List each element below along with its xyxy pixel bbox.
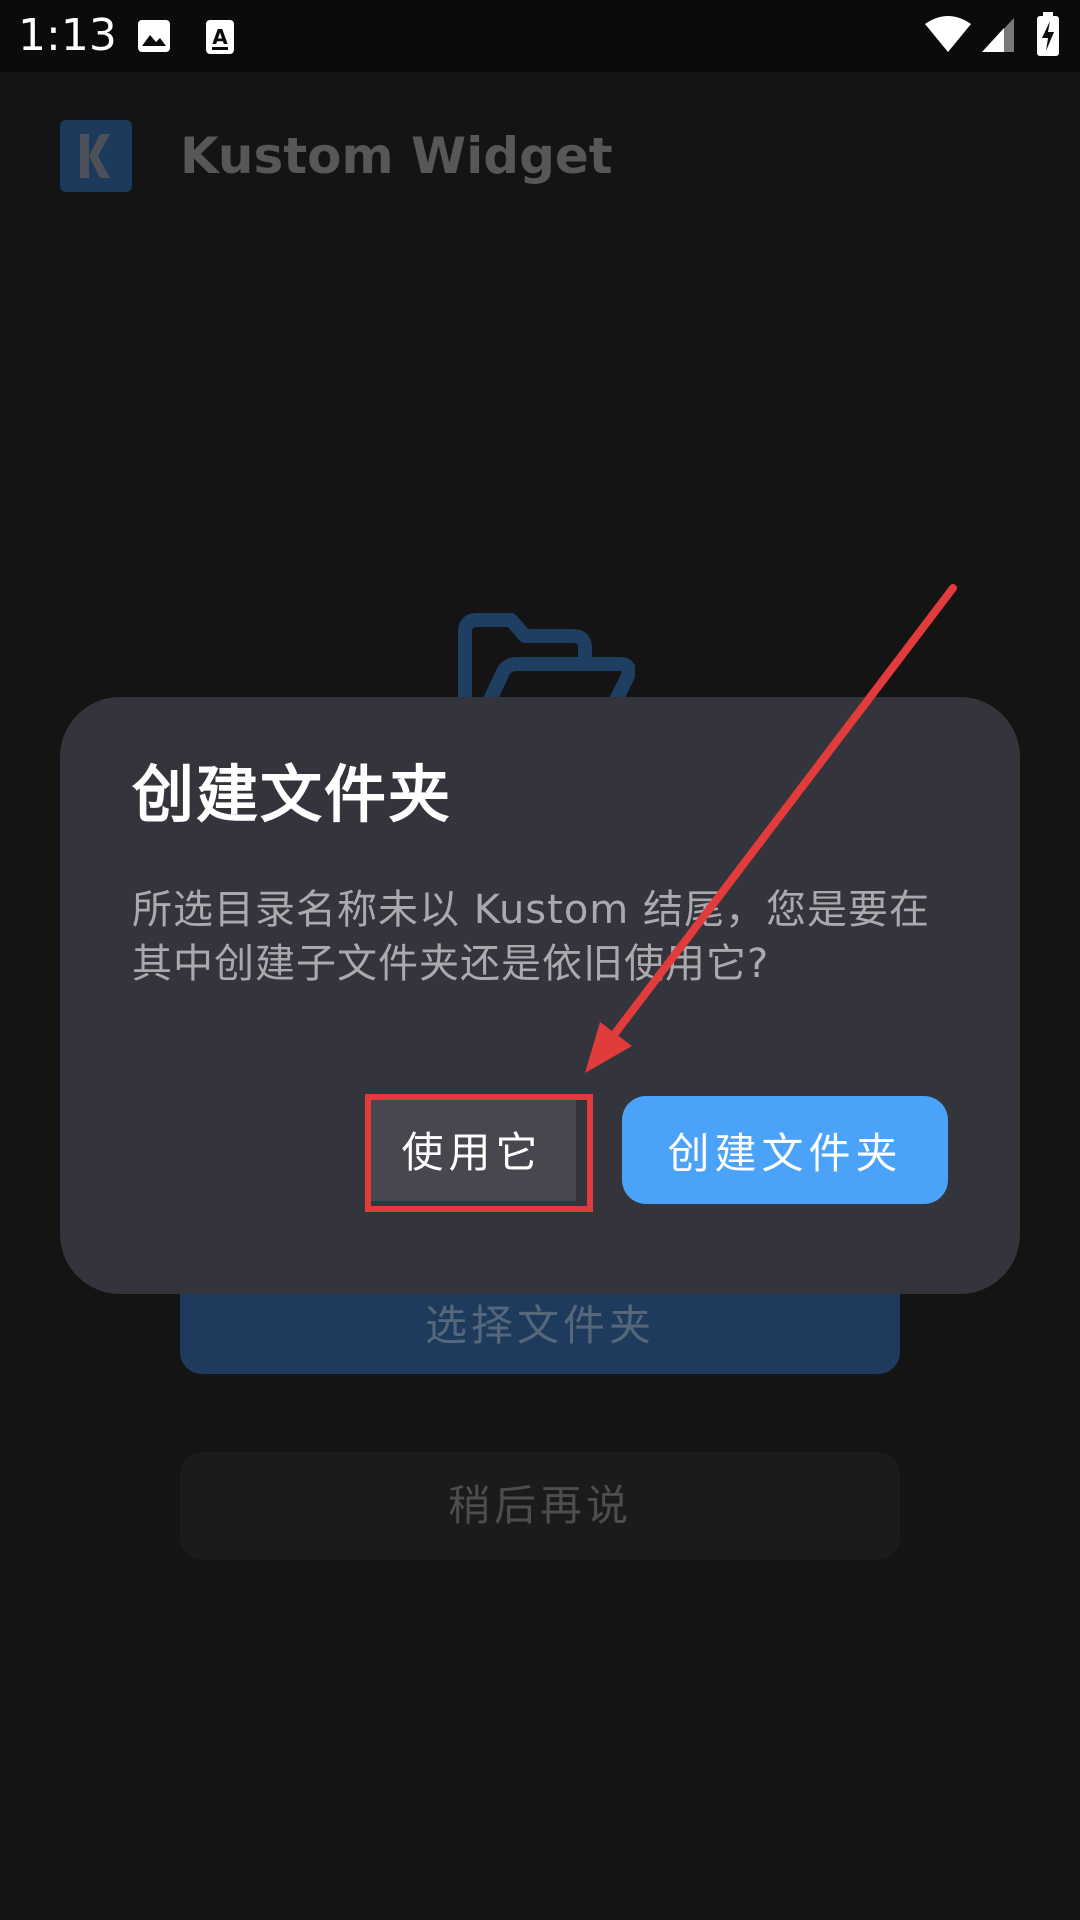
battery-charging-icon: [1036, 12, 1060, 60]
dialog-message-line-2: 其中创建子文件夹还是依旧使用它?: [132, 941, 770, 987]
status-time: 1:13: [18, 10, 117, 61]
later-button[interactable]: 稍后再说: [180, 1452, 900, 1560]
select-folder-button[interactable]: 选择文件夹: [180, 1280, 900, 1374]
app-title: Kustom Widget: [180, 127, 613, 185]
folder-open-icon: [455, 612, 636, 706]
svg-text:A: A: [212, 25, 228, 49]
status-bar: 1:13 A: [0, 0, 1080, 72]
annotation-highlight-box: [365, 1094, 593, 1212]
dialog-message: 所选目录名称未以 Kustom 结尾，您是要在 其中创建子文件夹还是依旧使用它?: [132, 883, 952, 991]
kustom-k-logo: [60, 120, 132, 192]
signal-icon: [980, 16, 1016, 58]
dialog-title: 创建文件夹: [132, 758, 453, 831]
create-folder-button[interactable]: 创建文件夹: [622, 1096, 948, 1204]
wifi-icon: [924, 14, 972, 58]
screen: 1:13 A Kustom Widget 选择文件夹 稍后再说 创建文件夹 所选…: [0, 0, 1080, 1920]
dialog-message-line-1: 所选目录名称未以 Kustom 结尾，您是要在: [132, 887, 930, 933]
image-icon: [136, 18, 172, 58]
keyboard-a-icon: A: [204, 18, 236, 60]
